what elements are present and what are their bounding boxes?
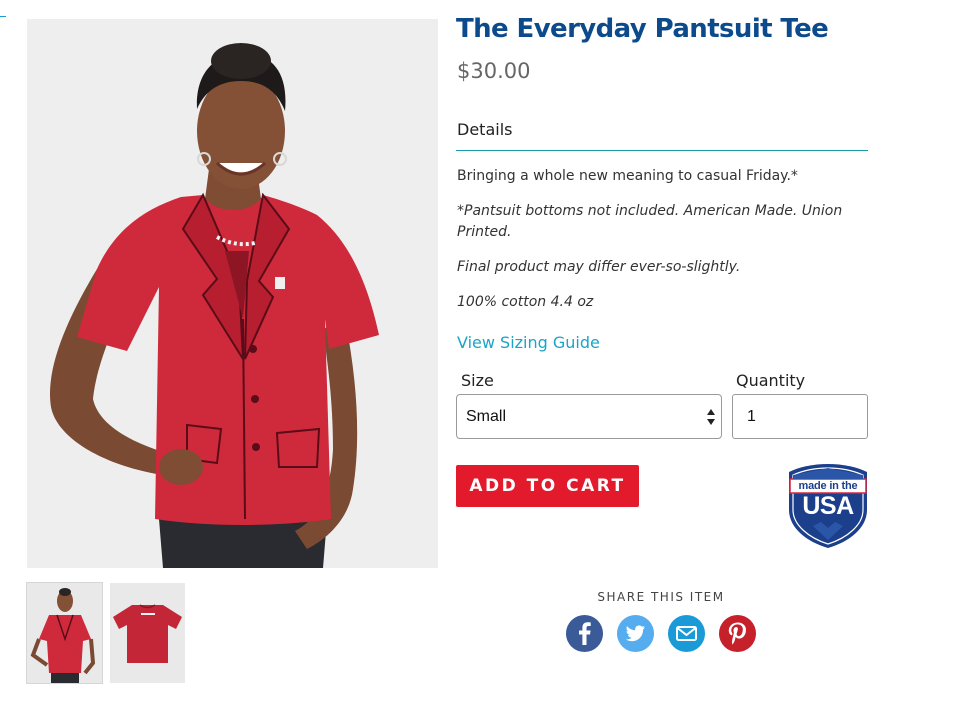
details-divider xyxy=(456,150,868,151)
size-label: Size xyxy=(461,371,494,390)
product-photo-illustration xyxy=(27,19,438,568)
quantity-input[interactable] xyxy=(732,394,868,439)
product-price: $30.00 xyxy=(457,59,531,83)
made-in-usa-badge: made in the USA xyxy=(787,462,869,550)
description-line: Final product may differ ever-so-slightl… xyxy=(457,259,741,275)
product-main-image xyxy=(27,19,438,568)
pinterest-icon xyxy=(728,622,746,645)
twitter-share-button[interactable] xyxy=(617,615,654,652)
share-heading: SHARE THIS ITEM xyxy=(597,590,725,604)
description-line: 100% cotton 4.4 oz xyxy=(457,294,594,310)
thumbnail-model-illustration xyxy=(27,583,102,683)
details-heading: Details xyxy=(457,120,513,139)
size-selected-value: Small xyxy=(466,408,507,425)
select-arrows-icon xyxy=(707,409,715,425)
add-to-cart-button[interactable]: ADD TO CART xyxy=(456,465,639,507)
size-select[interactable]: Small xyxy=(456,394,722,439)
twitter-icon xyxy=(625,625,645,642)
description-line: *Pantsuit bottoms not included. American… xyxy=(457,203,843,240)
edge-mark xyxy=(0,16,6,17)
facebook-icon xyxy=(579,622,591,645)
badge-text-made-in-the: made in the xyxy=(798,480,858,492)
badge-text-usa: USA xyxy=(802,492,854,520)
description-line: Bringing a whole new meaning to casual F… xyxy=(457,168,798,184)
thumbnail-model-front[interactable] xyxy=(26,582,103,684)
facebook-share-button[interactable] xyxy=(566,615,603,652)
envelope-icon xyxy=(676,626,697,641)
pinterest-share-button[interactable] xyxy=(719,615,756,652)
product-title: The Everyday Pantsuit Tee xyxy=(456,14,829,44)
view-sizing-guide-link[interactable]: View Sizing Guide xyxy=(457,333,600,352)
thumbnail-shirt-illustration xyxy=(110,583,185,683)
thumbnail-shirt-back[interactable] xyxy=(110,583,185,683)
email-share-button[interactable] xyxy=(668,615,705,652)
quantity-label: Quantity xyxy=(736,371,806,390)
